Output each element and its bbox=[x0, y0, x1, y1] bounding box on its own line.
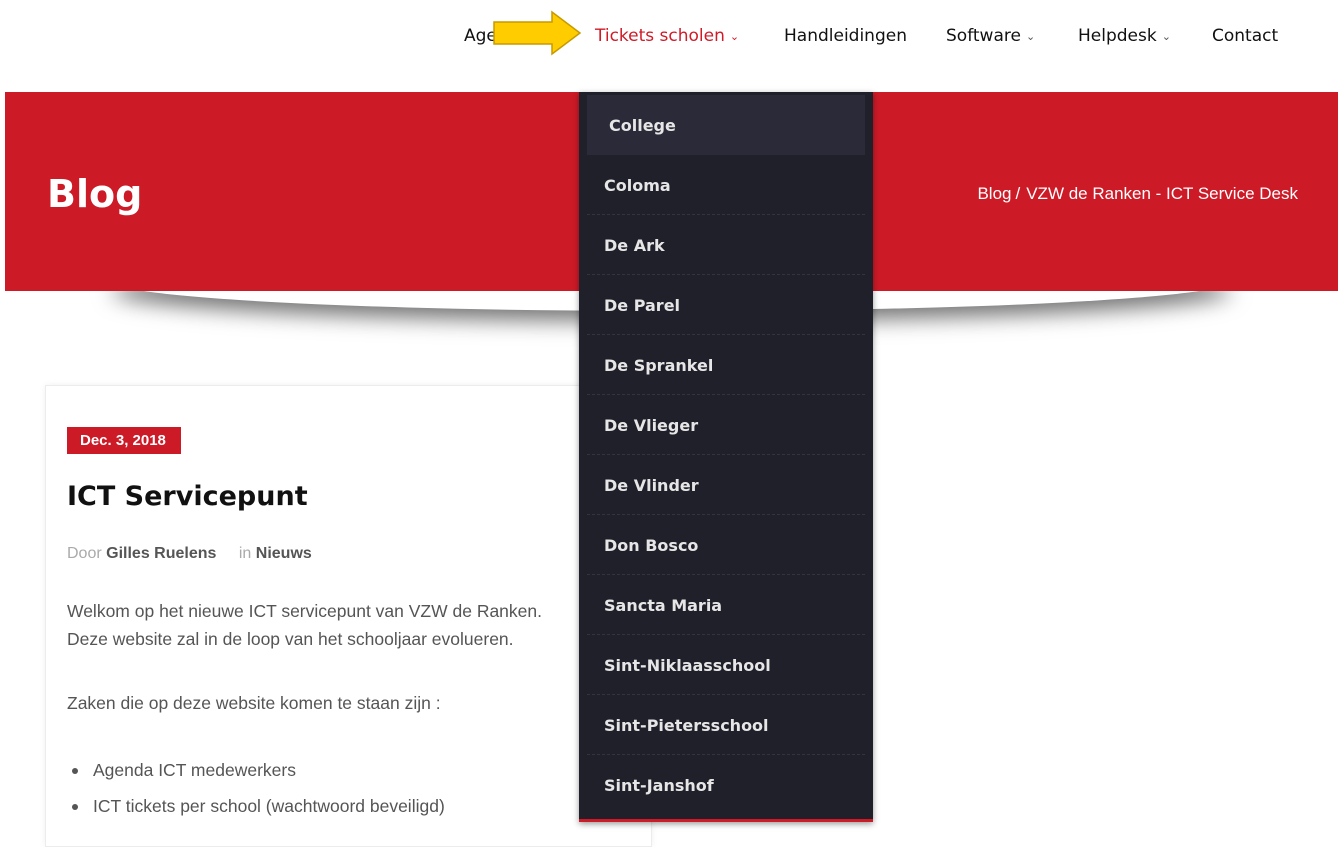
post-date-badge: Dec. 3, 2018 bbox=[67, 427, 181, 454]
nav-item-software[interactable]: Software ⌄ bbox=[946, 24, 1035, 49]
post-bullet-list: Agenda ICT medewerkers ICT tickets per s… bbox=[67, 756, 445, 828]
dropdown-item-de-sprankel[interactable]: De Sprankel bbox=[587, 335, 865, 395]
post-paragraph: Zaken die op deze website komen te staan… bbox=[67, 693, 441, 713]
nav-item-tickets-scholen[interactable]: Tickets scholen ⌄ bbox=[595, 24, 739, 49]
top-navigation: Agenda Tickets scholen⌄ Handleidingen So… bbox=[0, 0, 1338, 92]
post-meta: Door Gilles Ruelens in Nieuws bbox=[67, 545, 312, 563]
tickets-scholen-dropdown: College Coloma De Ark De Parel De Sprank… bbox=[579, 92, 873, 822]
meta-by-label: Door bbox=[67, 545, 102, 562]
meta-in-label: in bbox=[238, 545, 252, 562]
post-title[interactable]: ICT Servicepunt bbox=[67, 481, 308, 512]
dropdown-item-sancta-maria[interactable]: Sancta Maria bbox=[587, 575, 865, 635]
yellow-arrow-icon bbox=[493, 10, 582, 56]
dropdown-item-don-bosco[interactable]: Don Bosco bbox=[587, 515, 865, 575]
breadcrumb-current: VZW de Ranken - ICT Service Desk bbox=[1026, 184, 1298, 203]
nav-item-label: Software bbox=[946, 26, 1021, 46]
dropdown-item-sint-janshof[interactable]: Sint-Janshof bbox=[587, 755, 865, 815]
dropdown-item-de-parel[interactable]: De Parel bbox=[587, 275, 865, 335]
dropdown-item-sint-pietersschool[interactable]: Sint-Pietersschool bbox=[587, 695, 865, 755]
dropdown-item-college[interactable]: College bbox=[587, 95, 865, 155]
post-paragraph: Deze website zal in de loop van het scho… bbox=[67, 629, 514, 649]
dropdown-item-de-ark[interactable]: De Ark bbox=[587, 215, 865, 275]
post-author-link[interactable]: Gilles Ruelens bbox=[106, 545, 216, 562]
dropdown-item-de-vlinder[interactable]: De Vlinder bbox=[587, 455, 865, 515]
nav-item-contact[interactable]: Contact bbox=[1212, 24, 1278, 48]
list-item: Agenda ICT medewerkers bbox=[67, 756, 445, 792]
nav-item-label: Helpdesk bbox=[1078, 26, 1157, 46]
dropdown-item-de-vlieger[interactable]: De Vlieger bbox=[587, 395, 865, 455]
dropdown-item-coloma[interactable]: Coloma bbox=[587, 155, 865, 215]
list-item: ICT tickets per school (wachtwoord bevei… bbox=[67, 792, 445, 828]
chevron-down-icon: ⌄ bbox=[729, 30, 740, 43]
nav-item-helpdesk[interactable]: Helpdesk ⌄ bbox=[1078, 24, 1171, 49]
breadcrumb-separator: / bbox=[1015, 184, 1021, 203]
nav-item-label: Tickets scholen bbox=[595, 26, 725, 46]
breadcrumb: Blog / VZW de Ranken - ICT Service Desk bbox=[977, 184, 1298, 204]
page-title: Blog bbox=[47, 172, 143, 216]
nav-item-label: Contact bbox=[1212, 26, 1279, 46]
nav-item-handleidingen[interactable]: Handleidingen bbox=[784, 24, 907, 48]
breadcrumb-link-blog[interactable]: Blog bbox=[977, 184, 1011, 203]
nav-item-label: Handleidingen bbox=[784, 26, 907, 46]
post-category-link[interactable]: Nieuws bbox=[256, 545, 312, 562]
chevron-down-icon: ⌄ bbox=[1025, 30, 1036, 43]
chevron-down-icon: ⌄ bbox=[1161, 30, 1171, 43]
dropdown-item-sint-niklaasschool[interactable]: Sint-Niklaasschool bbox=[587, 635, 865, 695]
post-paragraph: Welkom op het nieuwe ICT servicepunt van… bbox=[67, 601, 542, 621]
